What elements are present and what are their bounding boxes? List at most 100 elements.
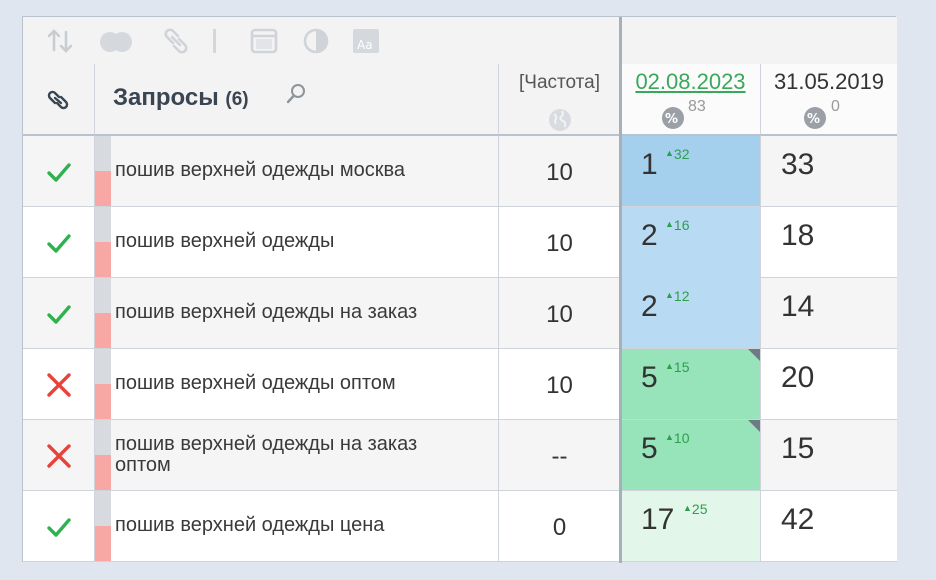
status-cell	[23, 491, 95, 561]
frequency-cell: 10	[499, 207, 621, 277]
cross-icon[interactable]	[45, 442, 73, 470]
globe-icon[interactable]	[548, 108, 572, 137]
position-cell-date1[interactable]: 17 ▲25	[621, 491, 761, 561]
position-value: 1	[641, 148, 658, 181]
position-cell-date1[interactable]: 5 ▲15	[621, 349, 761, 419]
frequency-cell: 0	[499, 491, 621, 561]
arrow-up-icon: ▲	[665, 361, 674, 371]
query-text: пошив верхней одежды оптом	[115, 372, 396, 394]
delta-value: 15	[673, 359, 690, 375]
cross-icon[interactable]	[45, 371, 73, 399]
frequency-bar	[95, 136, 111, 206]
query-text: пошив верхней одежды на заказ оптом	[115, 433, 418, 476]
table-row[interactable]: пошив верхней одежды оптом 10 5 ▲15 20	[23, 349, 897, 420]
table-row[interactable]: пошив верхней одежды москва 10 1 ▲32 33	[23, 136, 897, 207]
frequency-value: 0	[552, 514, 567, 541]
query-text: пошив верхней одежды цена	[115, 514, 385, 536]
frequency-bar	[95, 207, 111, 277]
position-value: 14	[781, 290, 815, 323]
check-icon[interactable]	[45, 229, 73, 257]
position-cell-date2[interactable]: 14	[761, 278, 897, 348]
position-delta: ▲12	[665, 288, 690, 304]
frequency-bar-fill	[95, 171, 111, 206]
queries-heading: Запросы (6)	[113, 84, 249, 112]
position-cell-date2[interactable]: 15	[761, 420, 897, 490]
svg-text:%: %	[807, 112, 820, 127]
frequency-cell: --	[499, 420, 621, 490]
status-cell	[23, 207, 95, 277]
position-cell-date1[interactable]: 2 ▲12	[621, 278, 761, 348]
toggle-icon[interactable]	[97, 26, 137, 56]
frequency-bar	[95, 349, 111, 419]
frequency-label[interactable]: [Частота]	[499, 72, 620, 94]
check-icon[interactable]	[45, 513, 73, 541]
query-text: пошив верхней одежды на заказ	[115, 301, 418, 323]
table-row[interactable]: пошив верхней одежды на заказ оптом -- 5 ▲1…	[23, 420, 897, 491]
delta-value: 25	[691, 501, 708, 517]
toolbar: Aa	[23, 17, 621, 65]
position-cell-date2[interactable]: 42	[761, 491, 897, 561]
query-text: пошив верхней одежды москва	[115, 159, 406, 181]
positions-table-panel: Aa Запросы (6) [Частота] 02.08.2023 % 83…	[22, 16, 897, 563]
percent-icon: %	[803, 106, 827, 135]
query-text: пошив верхней одежды	[115, 230, 335, 252]
frequency-bar	[95, 278, 111, 348]
column-splitter[interactable]	[619, 17, 622, 563]
frequency-cell: 10	[499, 278, 621, 348]
frequency-cell: 10	[499, 136, 621, 206]
frequency-bar-fill	[95, 455, 111, 490]
search-icon[interactable]	[285, 82, 309, 111]
frequency-value: 10	[546, 159, 573, 186]
arrow-up-icon: ▲	[665, 290, 674, 300]
position-cell-date1[interactable]: 5 ▲10	[621, 420, 761, 490]
table-row[interactable]: пошив верхней одежды на заказ 10 2 ▲12 14	[23, 278, 897, 349]
table-row[interactable]: пошив верхней одежды цена 0 17 ▲25 42	[23, 491, 897, 562]
position-value: 33	[781, 148, 815, 181]
frequency-bar-fill	[95, 313, 111, 348]
frequency-value: 10	[546, 372, 573, 399]
position-cell-date2[interactable]: 20	[761, 349, 897, 419]
position-cell-date1[interactable]: 2 ▲16	[621, 207, 761, 277]
frequency-bar	[95, 420, 111, 490]
frequency-value: 10	[546, 230, 573, 257]
svg-text:Aa: Aa	[357, 38, 373, 52]
position-value: 42	[781, 503, 815, 536]
sort-icon[interactable]	[45, 26, 75, 56]
position-delta: ▲15	[665, 359, 690, 375]
frequency-bar-fill	[95, 526, 111, 561]
status-cell	[23, 420, 95, 490]
position-cell-date1[interactable]: 1 ▲32	[621, 136, 761, 206]
position-cell-date2[interactable]: 18	[761, 207, 897, 277]
arrow-up-icon: ▲	[665, 219, 674, 229]
check-icon[interactable]	[45, 300, 73, 328]
chain-link-icon[interactable]	[44, 86, 72, 119]
frequency-bar	[95, 491, 111, 561]
header-query-cell: Запросы (6)	[95, 64, 499, 136]
link-icon[interactable]	[161, 26, 191, 56]
queries-count: (6)	[225, 89, 249, 110]
table-row[interactable]: пошив верхней одежды 10 2 ▲16 18	[23, 207, 897, 278]
date2-percent: 0	[831, 98, 840, 115]
window-icon[interactable]	[249, 26, 279, 56]
position-value: 2	[641, 290, 658, 323]
date1-percent: 83	[688, 98, 706, 115]
font-size-icon[interactable]: Aa	[351, 26, 381, 56]
contrast-icon[interactable]	[301, 26, 331, 56]
position-delta: ▲32	[665, 146, 690, 162]
percent-icon: %	[661, 106, 685, 135]
frequency-bar-fill	[95, 242, 111, 277]
status-cell	[23, 349, 95, 419]
position-cell-date2[interactable]: 33	[761, 136, 897, 206]
position-value: 5	[641, 361, 658, 394]
arrow-up-icon: ▲	[665, 432, 674, 442]
svg-text:%: %	[665, 112, 678, 127]
date1-link[interactable]: 02.08.2023	[621, 69, 760, 95]
status-cell	[23, 136, 95, 206]
frequency-value: 10	[546, 301, 573, 328]
status-cell	[23, 278, 95, 348]
position-value: 17	[641, 503, 675, 536]
position-value: 2	[641, 219, 658, 252]
delta-value: 16	[673, 217, 690, 233]
corner-marker-icon	[748, 420, 760, 432]
check-icon[interactable]	[45, 158, 73, 186]
